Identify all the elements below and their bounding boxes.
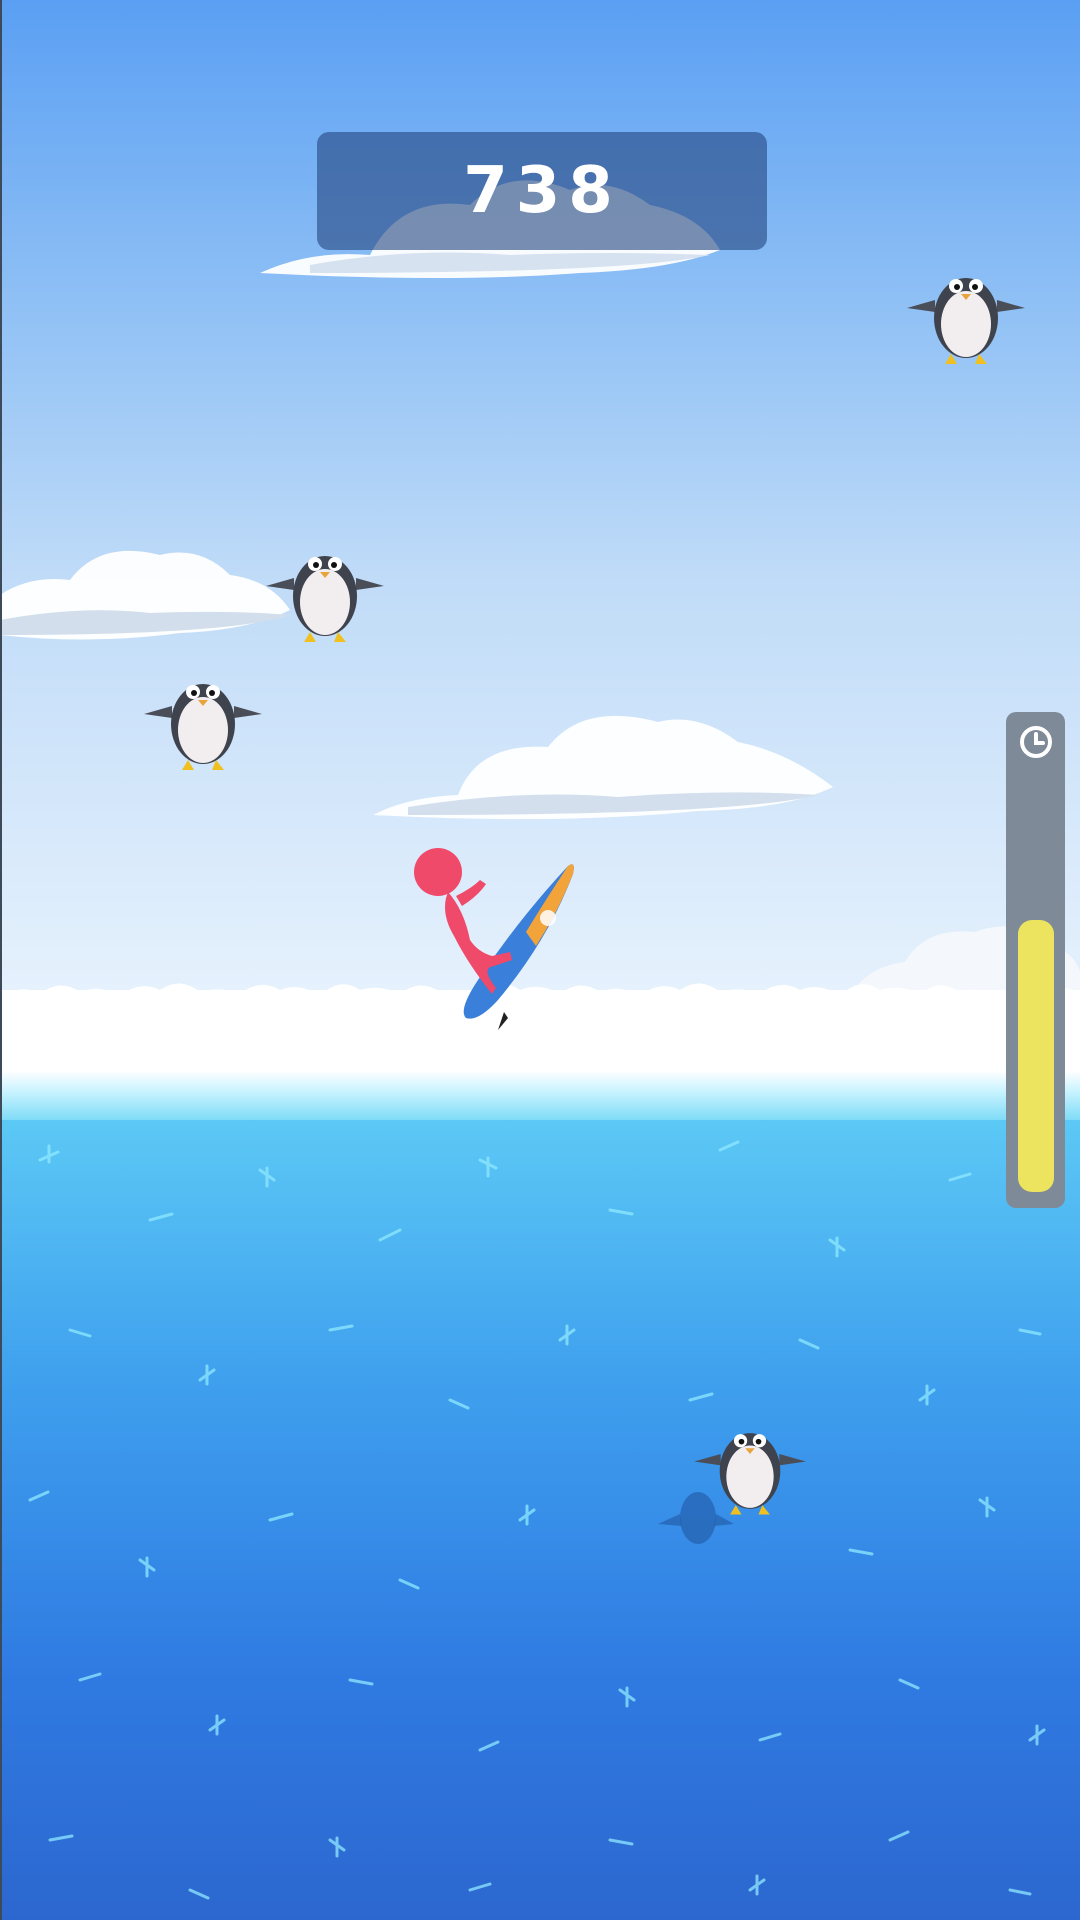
cloud [373,715,833,820]
score-panel: 738 [317,132,767,250]
penguin-enemy [907,278,1025,364]
timer-fill [1018,920,1054,1192]
screen-edge [0,0,2,1920]
clock-icon [1020,726,1052,758]
game-scene[interactable]: 738 [0,0,1080,1920]
timer-meter [1006,712,1065,1208]
penguin-enemy [266,556,384,642]
score-counter: 738 [463,154,621,228]
player-surfer [414,848,574,1030]
penguin-enemy [694,1433,806,1515]
cloud [0,550,290,640]
timer-track [1018,792,1054,1192]
water-sparkles [28,1140,1046,1900]
penguin-enemy [144,684,262,770]
